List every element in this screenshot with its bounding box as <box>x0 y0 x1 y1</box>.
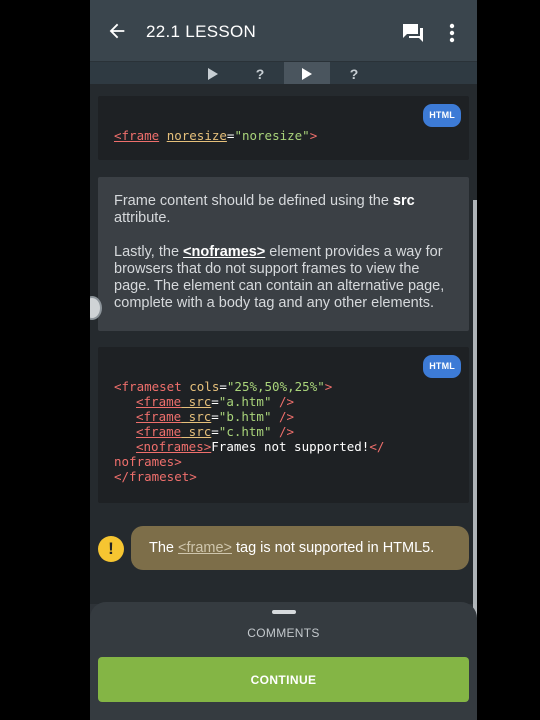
tab-play-2[interactable] <box>284 62 330 85</box>
frame-tag-link[interactable]: <frame> <box>178 540 232 556</box>
code-line: </frameset> <box>114 469 197 484</box>
code-line: noframes> <box>114 454 182 469</box>
play-icon <box>302 67 312 80</box>
code-line: <frame src="b.htm" /> <box>136 409 295 424</box>
warning-icon: ! <box>98 536 124 562</box>
lesson-tabs: ? ? <box>90 61 477 85</box>
comments-icon[interactable] <box>401 22 425 44</box>
html-badge: HTML <box>423 355 461 378</box>
drag-handle[interactable] <box>272 610 296 614</box>
lesson-screen: 22.1 LESSON ? ? HTML <frame noresize="no… <box>90 0 477 720</box>
noframes-link[interactable]: <noframes> <box>183 244 265 260</box>
app-bar: 22.1 LESSON <box>90 0 477 62</box>
page-title: 22.1 LESSON <box>146 22 257 41</box>
warning-note: ! The <frame> tag is not supported in HT… <box>90 526 477 572</box>
scrollbar[interactable] <box>473 200 477 620</box>
tab-play-1[interactable] <box>190 62 236 85</box>
lesson-text-card: Frame content should be defined using th… <box>98 177 469 331</box>
code-line: <frame src="a.htm" /> <box>136 394 295 409</box>
more-options-icon[interactable] <box>448 22 456 44</box>
code-line: <frame src="c.htm" /> <box>136 424 295 439</box>
comments-label[interactable]: COMMENTS <box>90 626 477 640</box>
continue-button[interactable]: CONTINUE <box>98 657 469 702</box>
warning-bubble: The <frame> tag is not supported in HTML… <box>131 526 469 570</box>
code-line: <frameset cols="25%,50%,25%"> <box>114 379 333 394</box>
code-snippet-frame: HTML <frame noresize="noresize"> <box>98 96 469 160</box>
back-arrow-icon[interactable] <box>106 20 128 42</box>
code-snippet-frameset: HTML <frameset cols="25%,50%,25%"> <fram… <box>98 347 469 503</box>
lesson-content[interactable]: HTML <frame noresize="noresize"> Frame c… <box>90 84 477 604</box>
html-badge: HTML <box>423 104 461 127</box>
tab-question-2[interactable]: ? <box>331 62 377 85</box>
tab-question-1[interactable]: ? <box>237 62 283 85</box>
bottom-sheet: COMMENTS CONTINUE <box>90 602 477 720</box>
paragraph-noframes: Lastly, the <noframes> element provides … <box>114 244 445 311</box>
play-icon <box>208 67 218 80</box>
paragraph-src: Frame content should be defined using th… <box>114 193 415 226</box>
code-line: <noframes>Frames not supported!</ <box>136 439 385 454</box>
